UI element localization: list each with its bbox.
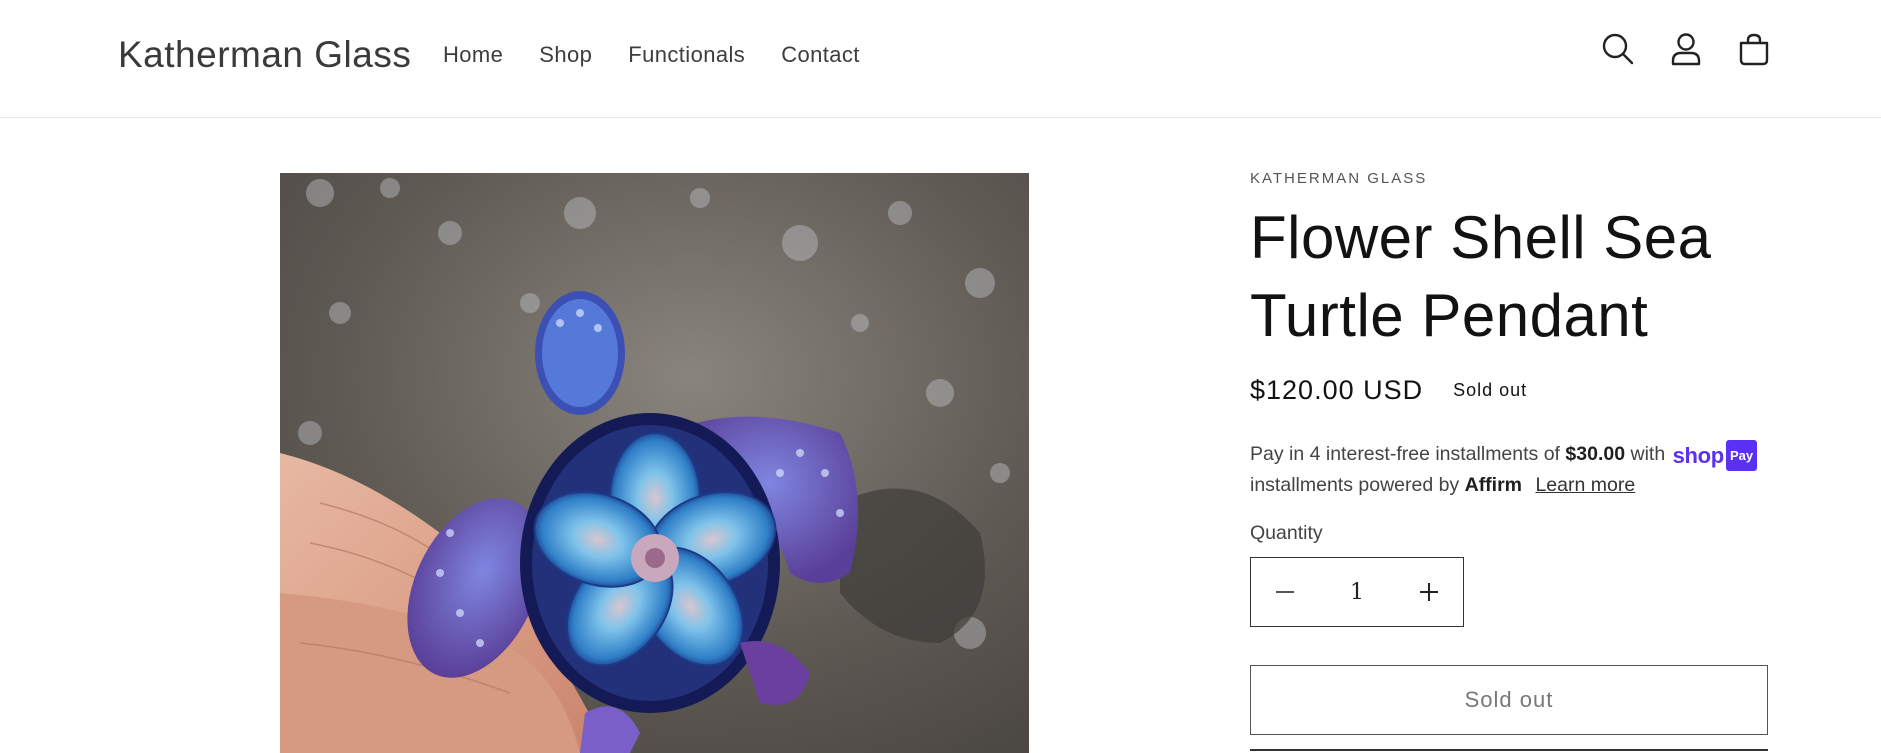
product-image[interactable] <box>280 173 1029 753</box>
sold-out-badge: Sold out <box>1453 380 1528 400</box>
nav-home[interactable]: Home <box>443 42 503 68</box>
installments-amount: $30.00 <box>1565 443 1626 465</box>
nav-shop[interactable]: Shop <box>539 42 592 68</box>
minus-icon <box>1276 591 1294 593</box>
product-photo <box>280 173 1029 753</box>
shop-pay-logo: shop Pay <box>1673 440 1758 471</box>
product-title: Flower Shell Sea Turtle Pendant <box>1250 204 1712 349</box>
quantity-decrease-button[interactable] <box>1251 558 1319 626</box>
quantity-label: Quantity <box>1250 522 1323 544</box>
nav-contact[interactable]: Contact <box>781 42 860 68</box>
buy-button-edge <box>1250 749 1768 751</box>
account-icon[interactable] <box>1669 32 1703 66</box>
installments-message: Pay in 4 interest-free installments of $… <box>1250 440 1768 500</box>
shop-pay-word: shop <box>1672 443 1725 468</box>
plus-icon <box>1420 583 1438 601</box>
quantity-stepper <box>1250 557 1464 627</box>
quantity-input[interactable] <box>1327 579 1387 605</box>
affirm-label: Affirm <box>1464 474 1523 496</box>
brand-logo[interactable]: Katherman Glass <box>118 34 411 76</box>
price-row: $120.00 USD Sold out <box>1250 375 1768 406</box>
shop-pay-badge: Pay <box>1725 440 1758 471</box>
nav-functionals[interactable]: Functionals <box>628 42 745 68</box>
header-icons <box>1601 32 1771 66</box>
learn-more-link[interactable]: Learn more <box>1535 474 1635 496</box>
sold-out-button[interactable]: Sold out <box>1250 665 1768 735</box>
quantity-increase-button[interactable] <box>1395 558 1463 626</box>
installments-powered: installments powered by <box>1250 474 1460 496</box>
search-icon[interactable] <box>1601 32 1635 66</box>
main-nav: Home Shop Functionals Contact <box>443 42 896 68</box>
cart-icon[interactable] <box>1737 32 1771 66</box>
product-info: KATHERMAN GLASS Flower Shell Sea Turtle … <box>1250 170 1768 751</box>
product-vendor: KATHERMAN GLASS <box>1250 170 1428 187</box>
site-header: Katherman Glass Home Shop Functionals Co… <box>0 0 1881 118</box>
installments-prefix: Pay in 4 interest-free installments of <box>1250 443 1560 465</box>
product-price: $120.00 USD <box>1250 375 1424 405</box>
installments-with: with <box>1630 443 1666 465</box>
